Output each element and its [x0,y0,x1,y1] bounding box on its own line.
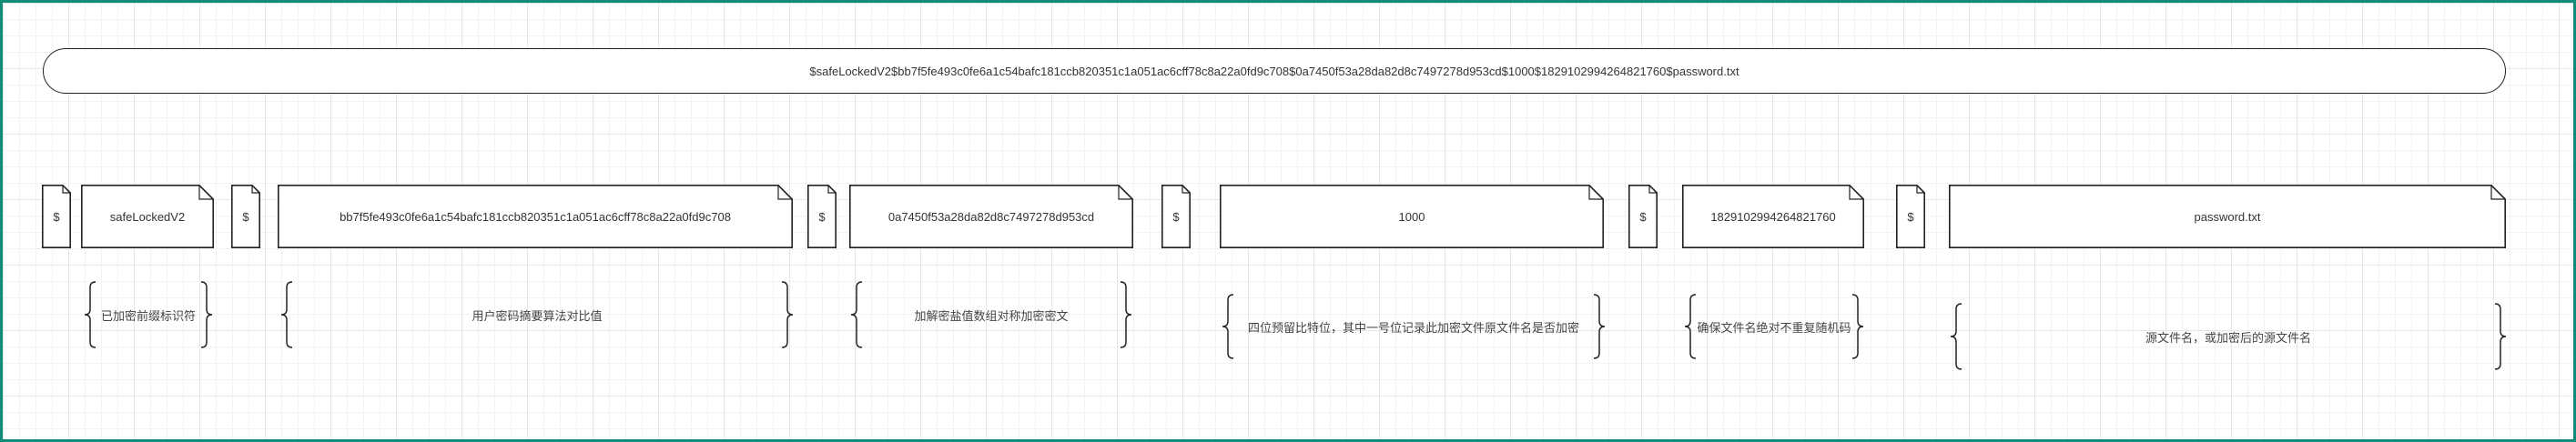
segment-random-id-label: 1829102994264821760 [1710,209,1836,224]
segment-flags: 1000 [1220,185,1604,248]
annotation-hash: 用户密码摘要算法对比值 [279,281,795,348]
segment-sep-3-label: $ [818,209,826,224]
segment-sep-3: $ [807,185,837,248]
segment-sep-1-label: $ [53,209,60,224]
annotation-flags: 四位预留比特位，其中一号位记录此加密文件原文件名是否加密 [1221,294,1607,359]
segment-hash-label: bb7f5fe493c0fe6a1c54bafc181ccb820351c1a0… [340,209,731,224]
diagram-canvas: $ safeLockedV2 $ bb7f5fe493c0fe6a1c54bafc18… [0,0,2576,442]
segment-sep-6: $ [1896,185,1925,248]
segment-salt: 0a7450f53a28da82d8c7497278d953cd [849,185,1133,248]
annotation-flags-text: 四位预留比特位，其中一号位记录此加密文件原文件名是否加密 [1247,320,1579,335]
annotation-random-id-text: 确保文件名绝对不重复随机码 [1697,320,1851,335]
segment-sep-2-label: $ [242,209,249,224]
segment-sep-6-label: $ [1907,209,1914,224]
segment-hash: bb7f5fe493c0fe6a1c54bafc181ccb820351c1a0… [278,185,793,248]
annotation-salt-text: 加解密盐值数组对称加密密文 [914,308,1069,323]
segment-random-id: 1829102994264821760 [1682,185,1864,248]
segment-sep-2: $ [231,185,260,248]
segment-filename: password.txt [1949,185,2506,248]
segment-sep-1: $ [42,185,71,248]
segment-salt-label: 0a7450f53a28da82d8c7497278d953cd [887,209,1095,224]
segment-flags-label: 1000 [1398,209,1425,224]
segment-sep-5-label: $ [1639,209,1647,224]
segment-sep-4: $ [1161,185,1191,248]
segment-sep-5: $ [1628,185,1658,248]
annotation-hash-text: 用户密码摘要算法对比值 [472,308,603,323]
annotation-salt: 加解密盐值数组对称加密密文 [849,281,1133,348]
annotation-prefix: 已加密前缀标识符 [83,281,214,348]
segment-prefix: safeLockedV2 [81,185,214,248]
segment-sep-4-label: $ [1172,209,1180,224]
annotation-random-id: 确保文件名绝对不重复随机码 [1683,294,1865,359]
annotation-prefix-text: 已加密前缀标识符 [100,308,196,323]
full-string-text: $safeLockedV2$bb7f5fe493c0fe6a1c54bafc18… [809,64,1739,78]
segment-prefix-label: safeLockedV2 [109,209,186,224]
segment-filename-label: password.txt [2194,209,2261,224]
full-string-bar: $safeLockedV2$bb7f5fe493c0fe6a1c54bafc18… [43,48,2506,94]
annotation-filename-text: 源文件名，或加密后的源文件名 [2145,330,2311,345]
annotation-filename: 源文件名，或加密后的源文件名 [1949,303,2508,370]
